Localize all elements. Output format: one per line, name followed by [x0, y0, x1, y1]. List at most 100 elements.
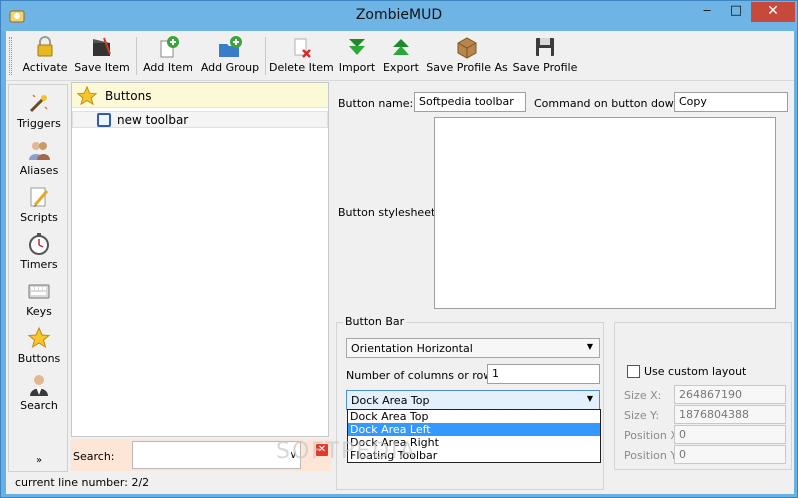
save-profile-button[interactable]: Save Profile	[511, 35, 579, 79]
tree-child-item[interactable]: new toolbar	[72, 111, 328, 128]
size-x-label: Size X:	[624, 389, 662, 402]
toolbar-separator	[265, 37, 266, 75]
title-bar[interactable]: ZombieMUD ‒ □ ✕	[1, 1, 797, 31]
sidebar-item-search[interactable]: Search	[9, 373, 69, 419]
dock-area-value: Dock Area Top	[351, 394, 430, 407]
pencil-icon	[30, 187, 49, 207]
main-toolbar: Activate Save Item Add Item Add Group De…	[6, 31, 794, 81]
custom-layout-label: Use custom layout	[642, 365, 749, 378]
save-profile-label: Save Profile	[512, 61, 578, 74]
sidebar-label-scripts: Scripts	[20, 211, 58, 224]
package-icon	[457, 37, 477, 59]
sidebar-label-timers: Timers	[20, 258, 58, 271]
position-x-field[interactable]: 0	[674, 425, 786, 444]
dock-area-select[interactable]: Dock Area Top ▼	[346, 390, 600, 410]
sidebar-item-buttons[interactable]: Buttons	[9, 326, 69, 372]
tree-root-item[interactable]: Buttons	[72, 83, 328, 108]
maximize-button[interactable]: □	[722, 2, 750, 22]
add-item-button[interactable]: Add Item	[143, 35, 193, 79]
button-editor: Button name: Softpedia toolbar Command o…	[334, 82, 794, 492]
activate-label: Activate	[22, 61, 68, 74]
export-button[interactable]: Export	[380, 35, 422, 79]
save-profile-as-label: Save Profile As	[426, 61, 508, 74]
sidebar-item-scripts[interactable]: Scripts	[9, 185, 69, 231]
size-y-label: Size Y:	[624, 409, 660, 422]
app-window: ZombieMUD ‒ □ ✕ Activate Save Item Add I…	[0, 0, 798, 498]
dock-option-top[interactable]: Dock Area Top	[348, 410, 600, 423]
button-name-label: Button name:	[338, 97, 414, 110]
category-sidebar: Triggers Aliases Scripts Timers Keys But…	[8, 84, 68, 472]
button-bar-title: Button Bar	[343, 315, 407, 328]
stopwatch-icon	[29, 233, 49, 255]
sidebar-label-triggers: Triggers	[17, 117, 61, 130]
position-y-label: Position Y:	[624, 449, 680, 462]
close-button[interactable]: ✕	[751, 2, 795, 22]
delete-item-button[interactable]: Delete Item	[269, 35, 334, 79]
stylesheet-textarea[interactable]	[434, 117, 776, 309]
sidebar-item-timers[interactable]: Timers	[9, 232, 69, 278]
command-down-label: Command on button down:	[534, 97, 685, 110]
columns-field[interactable]: 1	[487, 364, 600, 384]
dropdown-arrow-icon: ▼	[586, 342, 593, 351]
import-button[interactable]: Import	[336, 35, 378, 79]
sidebar-item-triggers[interactable]: Triggers	[9, 91, 69, 137]
sidebar-item-aliases[interactable]: Aliases	[9, 138, 69, 184]
columns-label: Number of columns or rows:	[346, 369, 502, 382]
sidebar-label-aliases: Aliases	[19, 164, 59, 177]
custom-layout-checkbox[interactable]	[627, 365, 640, 378]
size-y-field[interactable]: 1876804388	[674, 405, 786, 424]
window-title: ZombieMUD	[355, 7, 443, 23]
sidebar-item-keys[interactable]: Keys	[9, 279, 69, 325]
add-group-label: Add Group	[200, 61, 260, 74]
search-label: Search:	[73, 450, 115, 463]
sidebar-more-button[interactable]: »	[9, 455, 69, 466]
activate-button[interactable]: Activate	[20, 35, 70, 79]
export-label: Export	[382, 61, 419, 74]
dock-option-left[interactable]: Dock Area Left	[348, 423, 600, 436]
star-icon	[76, 85, 98, 106]
status-bar: current line number: 2/2	[6, 473, 331, 493]
export-arrow-icon	[393, 39, 409, 55]
client-area: Activate Save Item Add Item Add Group De…	[6, 31, 794, 494]
toolbar-grip[interactable]	[9, 37, 12, 75]
star-icon	[27, 326, 51, 349]
add-group-icon	[219, 36, 242, 57]
command-down-field[interactable]: Copy	[674, 92, 788, 112]
orientation-value: Orientation Horizontal	[351, 342, 473, 355]
tree-root-label: Buttons	[105, 89, 152, 103]
sidebar-label-keys: Keys	[26, 305, 52, 318]
lock-icon	[37, 36, 53, 57]
save-profile-as-button[interactable]: Save Profile As	[426, 35, 508, 79]
search-person-icon	[30, 375, 48, 396]
toolbar-separator	[136, 37, 137, 75]
item-tree[interactable]: Buttons new toolbar	[71, 82, 329, 437]
add-item-label: Add Item	[143, 61, 193, 74]
sidebar-label-search: Search	[20, 399, 58, 412]
add-group-button[interactable]: Add Group	[198, 35, 262, 79]
button-name-field[interactable]: Softpedia toolbar	[414, 92, 526, 112]
stylesheet-label: Button stylesheet:	[338, 206, 439, 219]
minimize-button[interactable]: ‒	[693, 2, 721, 22]
floppy-disk-icon	[536, 38, 554, 56]
keyboard-icon	[28, 284, 50, 299]
import-label: Import	[338, 61, 376, 74]
tree-child-label: new toolbar	[117, 113, 189, 127]
sidebar-label-buttons: Buttons	[17, 352, 61, 365]
wand-icon	[29, 94, 48, 113]
toolbar-item-icon	[97, 113, 111, 127]
save-item-button[interactable]: Save Item	[73, 35, 131, 79]
dropdown-arrow-icon: ▼	[586, 394, 593, 403]
position-x-label: Position X:	[624, 429, 682, 442]
add-item-icon	[160, 36, 179, 58]
orientation-select[interactable]: Orientation Horizontal ▼	[346, 338, 600, 358]
people-icon	[29, 142, 50, 160]
import-arrow-icon	[349, 39, 365, 55]
save-item-label: Save Item	[74, 61, 130, 74]
position-y-field[interactable]: 0	[674, 445, 786, 464]
status-text: current line number: 2/2	[15, 476, 150, 489]
delete-item-label: Delete Item	[269, 61, 334, 74]
size-x-field[interactable]: 264867190	[674, 385, 786, 404]
clapperboard-save-icon	[93, 37, 111, 56]
watermark: SOFTPEDIA	[276, 439, 417, 464]
delete-item-icon	[294, 38, 311, 58]
